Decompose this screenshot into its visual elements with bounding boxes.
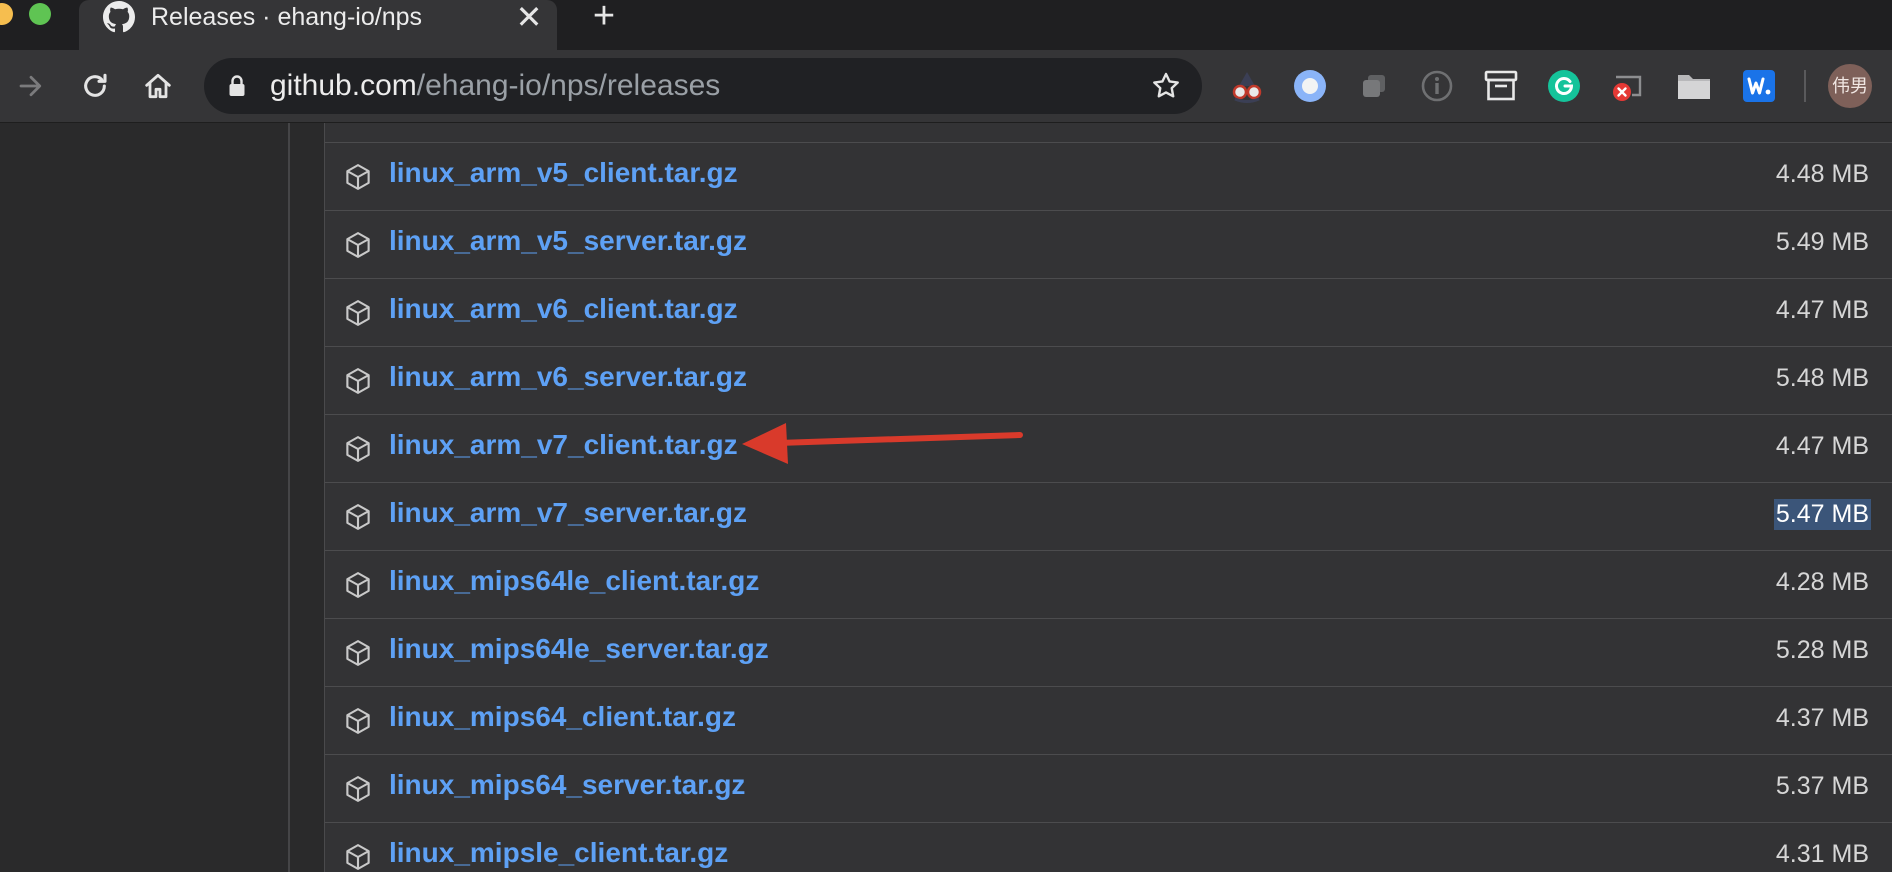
asset-download-link[interactable]: linux_mips64_server.tar.gz — [389, 769, 745, 801]
asset-row: linux_mipsle_client.tar.gz 4.31 MB — [325, 822, 1892, 872]
folder-icon — [1678, 75, 1710, 99]
extension-circle[interactable] — [1289, 65, 1331, 107]
asset-row: linux_mips64le_server.tar.gz 5.28 MB — [325, 618, 1892, 686]
extension-grammarly[interactable] — [1543, 65, 1585, 107]
home-icon — [145, 73, 171, 99]
asset-size: 5.49 MB — [1775, 228, 1869, 256]
reload-button[interactable] — [73, 64, 117, 108]
asset-size: 4.47 MB — [1775, 296, 1869, 324]
extension-archive[interactable] — [1480, 65, 1522, 107]
asset-size: 4.28 MB — [1775, 568, 1869, 596]
asset-download-link[interactable]: linux_arm_v6_client.tar.gz — [389, 293, 738, 325]
asset-download-link[interactable]: linux_arm_v6_server.tar.gz — [389, 361, 747, 393]
url-text: github.com/ehang-io/nps/releases — [270, 69, 720, 103]
package-icon — [346, 232, 370, 258]
reload-icon — [84, 73, 107, 97]
asset-download-link[interactable]: linux_mips64_client.tar.gz — [389, 701, 736, 733]
minimize-window-button[interactable] — [0, 3, 13, 25]
home-button[interactable] — [136, 64, 180, 108]
asset-row: linux_arm_v6_server.tar.gz 5.48 MB — [325, 346, 1892, 414]
archive-box-icon — [1484, 70, 1518, 101]
package-icon — [346, 572, 370, 598]
release-assets-list: linux_arm_v5_client.tar.gz 4.48 MB linux_a… — [324, 123, 1892, 872]
lock-icon — [229, 75, 245, 96]
package-icon — [346, 844, 370, 870]
toolbar-divider — [1804, 70, 1806, 102]
new-tab-button[interactable]: + — [584, 0, 624, 37]
asset-row: linux_mips64le_client.tar.gz 4.28 MB — [325, 550, 1892, 618]
package-icon — [346, 776, 370, 802]
profile-avatar[interactable]: 伟男 — [1828, 64, 1872, 108]
asset-download-link[interactable]: linux_mips64le_client.tar.gz — [389, 565, 759, 597]
page-content: linux_arm_v5_client.tar.gz 4.48 MB linux_a… — [0, 123, 1892, 872]
extension-word[interactable] — [1738, 65, 1780, 107]
asset-download-link[interactable]: linux_arm_v7_server.tar.gz — [389, 497, 747, 529]
word-w-icon — [1743, 70, 1775, 102]
extension-info[interactable] — [1416, 65, 1458, 107]
asset-size: 5.37 MB — [1775, 772, 1869, 800]
tab-title: Releases · ehang-io/nps — [151, 3, 422, 31]
grammarly-icon — [1548, 70, 1580, 102]
asset-size: 4.37 MB — [1775, 704, 1869, 732]
asset-size: 4.48 MB — [1775, 160, 1869, 188]
asset-size: 5.48 MB — [1775, 364, 1869, 392]
package-icon — [346, 164, 370, 190]
asset-row: linux_mips64_server.tar.gz 5.37 MB — [325, 754, 1892, 822]
asset-row: linux_arm_v5_server.tar.gz 5.49 MB — [325, 210, 1892, 278]
asset-size: 5.47 MB — [1773, 499, 1871, 530]
close-tab-icon[interactable]: ✕ — [511, 0, 547, 36]
asset-download-link[interactable]: linux_arm_v5_client.tar.gz — [389, 157, 738, 189]
spy-glasses-icon — [1232, 72, 1262, 103]
extension-copy[interactable] — [1353, 65, 1395, 107]
maximize-window-button[interactable] — [29, 3, 51, 25]
asset-download-link[interactable]: linux_arm_v5_server.tar.gz — [389, 225, 747, 257]
package-icon — [346, 708, 370, 734]
extension-folder[interactable] — [1673, 65, 1715, 107]
asset-size: 4.31 MB — [1775, 840, 1869, 868]
info-circle-icon — [1421, 70, 1453, 102]
forward-button[interactable] — [9, 64, 53, 108]
package-icon — [346, 368, 370, 394]
asset-row: linux_arm_v7_client.tar.gz 4.47 MB — [325, 414, 1892, 482]
bookmark-star-icon[interactable] — [1150, 70, 1182, 102]
url-path: /ehang-io/nps/releases — [416, 69, 721, 102]
copy-squares-icon — [1363, 75, 1385, 97]
asset-download-link[interactable]: linux_mips64le_server.tar.gz — [389, 633, 769, 665]
github-icon — [103, 1, 135, 33]
package-icon — [346, 300, 370, 326]
circle-ring-icon — [1294, 70, 1326, 102]
extension-cast[interactable] — [1607, 65, 1649, 107]
extension-spy[interactable] — [1226, 65, 1268, 107]
asset-row: linux_arm_v5_client.tar.gz 4.48 MB — [325, 142, 1892, 210]
asset-row: linux_arm_v7_server.tar.gz 5.47 MB — [325, 482, 1892, 550]
package-icon — [346, 640, 370, 666]
timeline-rule — [288, 123, 290, 872]
asset-size: 4.47 MB — [1775, 432, 1869, 460]
package-icon — [346, 504, 370, 530]
arrow-right-icon — [19, 75, 42, 97]
table-row — [325, 123, 1892, 142]
asset-download-link[interactable]: linux_arm_v7_client.tar.gz — [389, 429, 738, 461]
asset-size: 5.28 MB — [1775, 636, 1869, 664]
asset-row: linux_arm_v6_client.tar.gz 4.47 MB — [325, 278, 1892, 346]
cast-blocked-icon — [1613, 75, 1642, 101]
url-host: github.com — [270, 69, 417, 102]
browser-toolbar: github.com/ehang-io/nps/releases 伟男 — [0, 50, 1892, 123]
asset-row: linux_mips64_client.tar.gz 4.37 MB — [325, 686, 1892, 754]
tab-strip: Releases · ehang-io/nps ✕ + — [0, 0, 1892, 50]
address-bar[interactable]: github.com/ehang-io/nps/releases — [204, 58, 1202, 114]
package-icon — [346, 436, 370, 462]
tab-releases[interactable]: Releases · ehang-io/nps ✕ — [79, 0, 557, 50]
asset-download-link[interactable]: linux_mipsle_client.tar.gz — [389, 837, 728, 869]
